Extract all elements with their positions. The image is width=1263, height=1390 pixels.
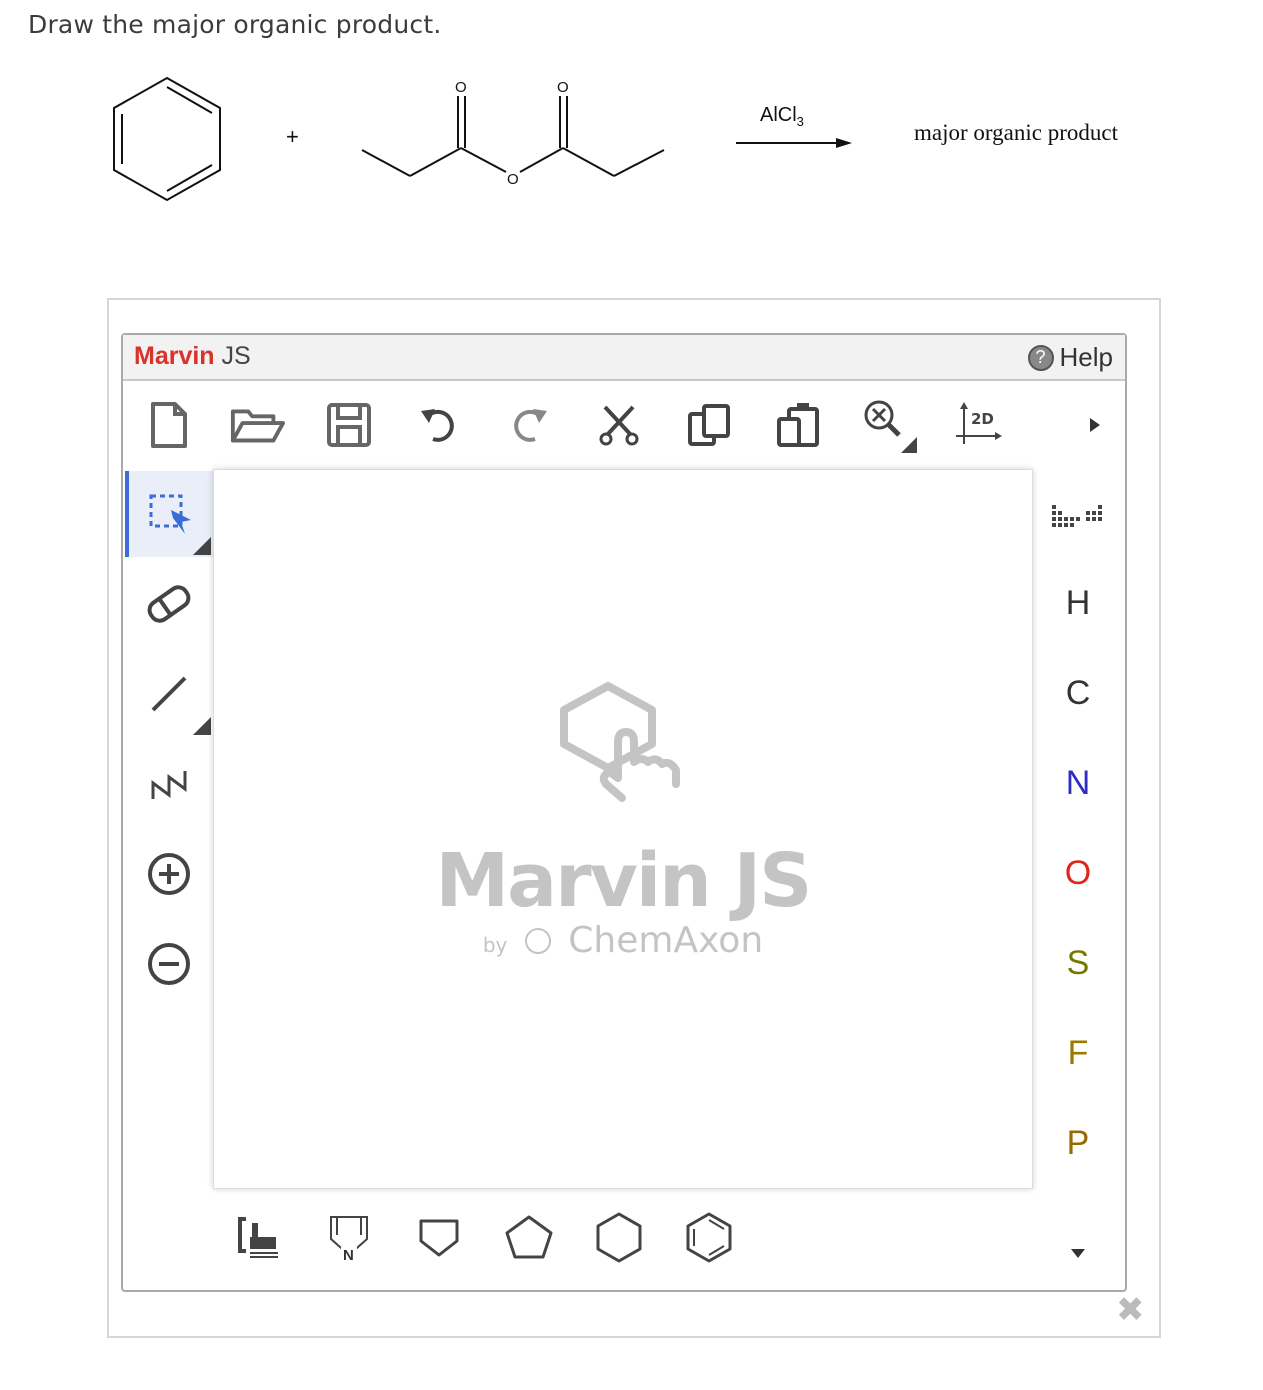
- decrease-charge-icon: [148, 943, 190, 985]
- cyclopropane-template-icon: [419, 1219, 459, 1257]
- cut-button[interactable]: [591, 397, 647, 453]
- close-icon[interactable]: ✖: [1116, 1290, 1145, 1330]
- cyclopropane-template-button[interactable]: [409, 1207, 469, 1267]
- open-folder-icon: [230, 409, 285, 443]
- open-button[interactable]: [229, 397, 285, 453]
- editor-brand: Marvin JS: [134, 342, 251, 371]
- periodic-table-button[interactable]: [1043, 487, 1113, 547]
- atom-label-o1: O: [455, 79, 467, 96]
- erase-tool-button[interactable]: [125, 561, 213, 647]
- element-label: H: [1065, 583, 1091, 622]
- brand-suffix: JS: [221, 342, 251, 370]
- paste-icon: [777, 403, 819, 447]
- element-button-p[interactable]: P: [1043, 1113, 1113, 1173]
- reagent-text: AlCl: [760, 104, 797, 126]
- nitrogen-label: N: [343, 1247, 354, 1261]
- marvin-logo-icon: [560, 682, 680, 802]
- reaction-scheme: O O O: [113, 76, 852, 202]
- element-button-f[interactable]: F: [1043, 1023, 1113, 1083]
- select-tool-more-corner: [193, 537, 211, 555]
- cyclohexane-template-icon: [596, 1212, 642, 1263]
- copy-button[interactable]: [681, 397, 737, 453]
- plus-sign: +: [286, 124, 299, 149]
- element-button-n[interactable]: N: [1043, 753, 1113, 813]
- select-tool-button[interactable]: [125, 471, 213, 557]
- help-button[interactable]: ? Help: [1027, 342, 1113, 373]
- chevron-down-icon: [1071, 1249, 1085, 1258]
- redo-icon: [514, 409, 547, 442]
- editor-titlebar: Marvin JS ? Help: [123, 335, 1125, 381]
- element-button-h[interactable]: H: [1043, 573, 1113, 633]
- atom-label-o3: O: [507, 171, 519, 188]
- decrease-charge-button[interactable]: [125, 921, 213, 1007]
- more-arrow-icon: [1090, 418, 1100, 432]
- paste-button[interactable]: [771, 397, 827, 453]
- pyrrolidine-template-button[interactable]: N: [319, 1207, 379, 1267]
- atom-label-o2: O: [557, 79, 569, 96]
- new-document-button[interactable]: [141, 397, 197, 453]
- more-toolbar-button[interactable]: [1067, 397, 1123, 453]
- chain-icon: [151, 771, 187, 799]
- help-label: Help: [1059, 342, 1113, 372]
- cut-icon: [599, 405, 639, 446]
- element-button-s[interactable]: S: [1043, 933, 1113, 993]
- reaction-arrow: [736, 138, 852, 148]
- element-label: C: [1065, 673, 1091, 712]
- cyclohexane-template-button[interactable]: [589, 1207, 649, 1267]
- brand-name: Marvin: [134, 342, 215, 370]
- periodic-table-icon: [1052, 505, 1102, 527]
- single-bond-icon: [151, 676, 187, 712]
- new-document-icon: [151, 402, 187, 448]
- undo-icon: [421, 409, 454, 442]
- redo-button[interactable]: [501, 397, 557, 453]
- undo-button[interactable]: [411, 397, 467, 453]
- element-label: F: [1067, 1033, 1089, 1072]
- watermark-byline: by ChemAxon: [214, 920, 1032, 961]
- erase-icon: [147, 585, 191, 623]
- more-elements-button[interactable]: [1043, 1223, 1113, 1283]
- element-label: P: [1066, 1123, 1090, 1162]
- clean-2d-icon: 2D: [956, 402, 1002, 444]
- save-icon: [327, 403, 371, 447]
- element-button-o[interactable]: O: [1043, 843, 1113, 903]
- element-label: S: [1066, 943, 1090, 982]
- bracket-template-icon: [238, 1217, 278, 1258]
- help-icon: ?: [1027, 344, 1054, 371]
- bond-tool-more-corner: [193, 717, 211, 735]
- product-label: major organic product: [914, 120, 1118, 145]
- drawing-canvas[interactable]: Marvin JS by ChemAxon: [213, 469, 1033, 1189]
- question-prompt: Draw the major organic product.: [28, 10, 442, 39]
- cyclopentane-template-icon: [505, 1215, 553, 1259]
- marvin-editor: Marvin JS ? Help 2D Marvin JS by ChemAxo…: [121, 333, 1127, 1292]
- anhydride-structure: [361, 96, 665, 177]
- increase-charge-button[interactable]: [125, 831, 213, 917]
- clean-2d-label: 2D: [971, 410, 994, 428]
- watermark-company: ChemAxon: [568, 920, 764, 961]
- zoom-button[interactable]: [861, 397, 917, 453]
- watermark-title: Marvin JS: [435, 838, 813, 924]
- copy-icon: [688, 404, 730, 446]
- bracket-template-button[interactable]: [229, 1207, 289, 1267]
- reagent-subscript: 3: [796, 114, 804, 129]
- chain-tool-button[interactable]: [125, 741, 213, 827]
- benzene-structure: [113, 76, 221, 202]
- cyclopentane-template-button[interactable]: [499, 1207, 559, 1267]
- reagent-label: AlCl3: [760, 104, 804, 129]
- increase-charge-icon: [148, 853, 190, 895]
- zoom-icon: [864, 400, 917, 453]
- save-button[interactable]: [321, 397, 377, 453]
- select-icon: [149, 494, 191, 534]
- element-button-c[interactable]: C: [1043, 663, 1113, 723]
- benzene-template-button[interactable]: [679, 1207, 739, 1267]
- pyrrolidine-template-icon: N: [330, 1216, 368, 1261]
- chemaxon-icon: [524, 928, 551, 954]
- watermark-by: by: [482, 933, 508, 957]
- bond-tool-button[interactable]: [125, 651, 213, 737]
- element-label: O: [1064, 853, 1092, 892]
- clean-2d-button[interactable]: 2D: [951, 397, 1007, 453]
- benzene-template-icon: [686, 1212, 732, 1263]
- element-label: N: [1065, 763, 1091, 802]
